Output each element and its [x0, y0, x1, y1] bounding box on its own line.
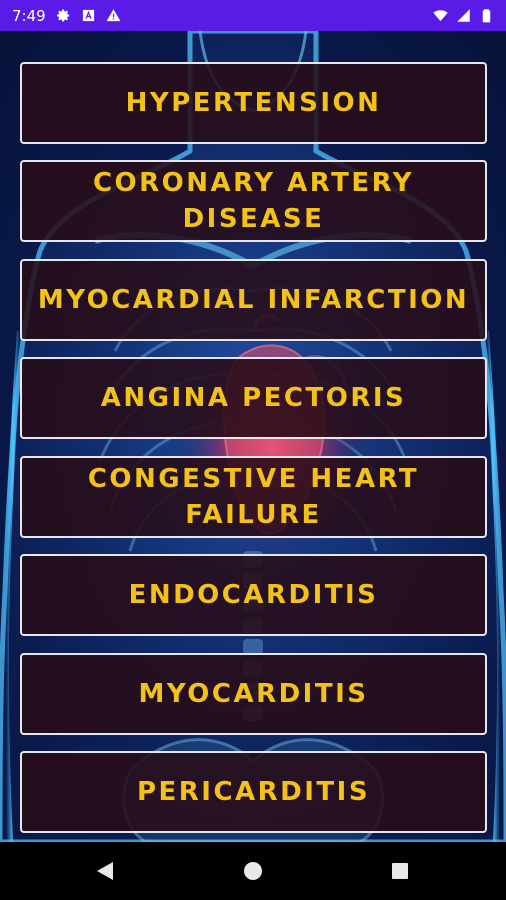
- warning-icon: [106, 8, 121, 23]
- button-label: CONGESTIVE HEART FAILURE: [87, 464, 420, 530]
- hypertension-button[interactable]: HYPERTENSION: [20, 62, 487, 144]
- button-label: CORONARY ARTERY DISEASE: [92, 168, 415, 234]
- recents-icon[interactable]: [370, 842, 430, 900]
- app-badge-icon: [81, 8, 96, 23]
- battery-icon: [479, 8, 494, 23]
- pericarditis-button[interactable]: PERICARDITIS: [20, 751, 487, 833]
- gear-icon: [56, 8, 71, 23]
- app-screen: 7:49 HYPERTENSION CORONARY ARTERY DISEAS…: [0, 0, 506, 900]
- navigation-bar: [0, 842, 506, 900]
- myocardial-infarction-button[interactable]: MYOCARDIAL INFARCTION: [20, 259, 487, 341]
- angina-pectoris-button[interactable]: ANGINA PECTORIS: [20, 357, 487, 439]
- button-label: MYOCARDITIS: [138, 679, 369, 709]
- button-label: PERICARDITIS: [136, 777, 371, 807]
- home-icon[interactable]: [223, 842, 283, 900]
- button-label: ANGINA PECTORIS: [100, 383, 407, 413]
- endocarditis-button[interactable]: ENDOCARDITIS: [20, 554, 487, 636]
- status-bar: 7:49: [0, 0, 506, 31]
- button-label: HYPERTENSION: [125, 88, 382, 118]
- button-label: ENDOCARDITIS: [128, 580, 379, 610]
- congestive-heart-failure-button[interactable]: CONGESTIVE HEART FAILURE: [20, 456, 487, 538]
- back-icon[interactable]: [75, 842, 135, 900]
- button-label: MYOCARDIAL INFARCTION: [37, 285, 470, 315]
- wifi-icon: [433, 8, 448, 23]
- signal-icon: [456, 8, 471, 23]
- myocarditis-button[interactable]: MYOCARDITIS: [20, 653, 487, 735]
- coronary-artery-disease-button[interactable]: CORONARY ARTERY DISEASE: [20, 160, 487, 242]
- status-time: 7:49: [12, 6, 46, 25]
